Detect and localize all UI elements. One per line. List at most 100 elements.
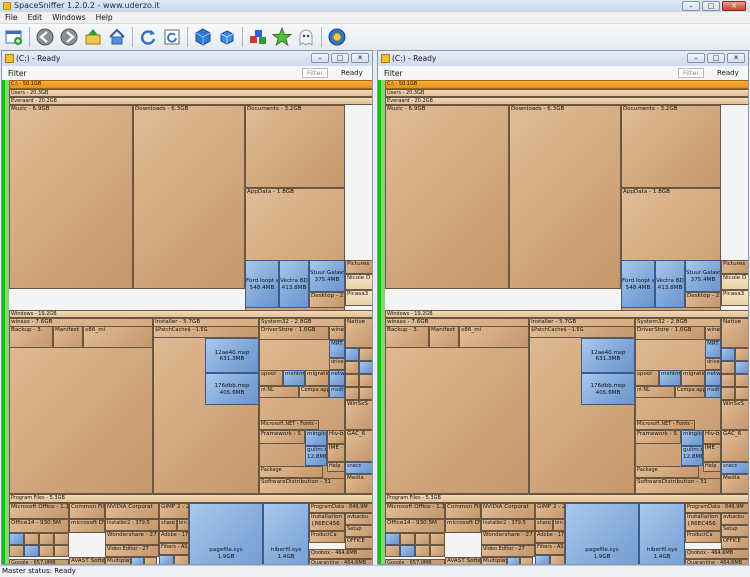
treemap-subitem[interactable] [159,555,174,564]
treemap-block[interactable]: Framework - 5 [635,430,681,444]
treemap-subitem[interactable] [430,545,445,557]
pane-minimize-button[interactable]: – [311,53,329,63]
treemap-block[interactable]: Desktop - 230. [685,292,721,308]
treemap-block[interactable]: Office14 - 930.5M [385,519,445,533]
treemap-subitem[interactable] [174,555,189,564]
treemap-block[interactable]: Backup - 3. [385,326,429,348]
treemap-block[interactable]: Compa app [299,386,329,398]
treemap-block[interactable]: Program Files - 5.3GB [9,494,372,503]
zoom-in-cube-icon[interactable] [193,27,213,47]
filter-input[interactable]: Filter [678,68,704,78]
treemap-block[interactable]: Qoobox - 464.6MB [309,549,372,559]
treemap-subitem[interactable] [345,361,359,374]
treemap-block[interactable]: x86_mi [83,326,153,348]
treemap-block[interactable]: Documents - 3.2GB [621,105,721,188]
pane-close-button[interactable]: ✕ [351,53,369,63]
treemap-block[interactable]: gulim.ttc 12.8MB [681,446,703,466]
treemap-block[interactable]: mingliu [681,430,703,446]
treemap-block[interactable]: hiberfil.sys 1.4GB [263,503,309,564]
treemap-subitem[interactable] [735,361,748,374]
treemap-block[interactable]: Help [327,462,345,472]
treemap-subitem[interactable] [735,387,748,400]
treemap-subitem[interactable] [54,545,69,557]
treemap-block[interactable]: AVAST Softw [445,557,481,564]
treemap-block[interactable]: Vectra BD 413.8MB [655,260,685,308]
settings-gear-icon[interactable] [327,27,347,47]
treemap-block[interactable]: MRT.ex [705,340,721,358]
treemap-block[interactable]: Nicole D [345,274,372,290]
treemap-subitem[interactable] [400,545,415,557]
treemap-block[interactable]: microsoft DVD [69,519,105,533]
treemap-block[interactable]: Program Files - 5.3GB [385,494,748,503]
treemap-block[interactable]: Windows - 19.2GB [385,310,748,318]
ghost-icon[interactable] [296,27,316,47]
treemap-block[interactable]: mingliu [305,430,327,446]
treemap-block[interactable]: Downloads - 6.3GB [133,105,245,289]
treemap-block[interactable]: Microsoft.NET - Fonts - 3 [635,420,695,430]
menu-file[interactable]: File [0,12,23,23]
treemap-subitem[interactable] [24,533,39,545]
treemap-block[interactable]: msdt.ex [705,386,721,398]
refresh-icon[interactable] [138,27,158,47]
treemap-subitem[interactable] [520,557,533,564]
treemap-block[interactable]: spool [635,370,659,386]
treemap-block[interactable]: Adobe - 176. [159,531,189,543]
treemap-block[interactable]: Stuur Galaxy_2 375.4MB [309,260,345,292]
treemap-block[interactable]: 176dbb.msp 405.6MB [205,373,259,405]
treemap-subitem[interactable] [735,348,748,361]
treemap-block[interactable]: Filters - AS [159,543,189,555]
treemap-subitem[interactable] [54,533,69,545]
treemap-block[interactable]: SoftwareDistribution - 31 [635,478,721,494]
treemap-subitem[interactable] [144,557,157,564]
treemap-block[interactable]: Package [259,466,323,478]
minimize-button[interactable]: – [682,1,700,11]
treemap-block[interactable]: Installer2 - 379.5 [105,519,159,531]
treemap-subitem[interactable] [39,533,54,545]
treemap-block[interactable]: Documents - 3.2GB [245,105,345,188]
treemap-block[interactable]: drivers [329,358,345,370]
treemap-block[interactable]: msdt.ex [329,386,345,398]
treemap-subitem[interactable] [39,545,54,557]
treemap-block[interactable]: gulim.ttc 12.8MB [305,446,327,466]
up-icon[interactable] [83,27,103,47]
treemap-subitem[interactable] [359,387,372,400]
treemap-subitem[interactable] [9,545,24,557]
treemap-block[interactable]: Music - 6.9GB [9,105,133,289]
treemap-block[interactable]: Media [721,474,748,494]
treemap-block[interactable]: Downloads - 6.3GB [509,105,621,289]
treemap-block[interactable]: DriverStore - 1.0GB [259,326,329,340]
treemap-block[interactable]: Ford loopt wa 548.4MB [621,260,655,308]
treemap-block[interactable]: Microsoft.NET - Fonts - 3 [259,420,319,430]
treemap-block[interactable]: WinSxS [721,400,748,430]
treemap-block[interactable]: GAC_6 [721,430,748,462]
treemap-subitem[interactable] [430,533,445,545]
treemap-block[interactable]: Multiplay [105,557,131,564]
treemap-block[interactable]: Stuur Galaxy_2 375.4MB [685,260,721,292]
treemap-block[interactable]: avbacku [345,513,372,525]
treemap-block[interactable]: Vectra BD 413.8MB [279,260,309,308]
treemap-block[interactable]: spool [259,370,283,386]
treemap-block[interactable]: Compa app [675,386,705,398]
treemap-block[interactable]: Installer2 - 379.5 [481,519,535,531]
treemap-block[interactable]: Microsoft Office - 1.1GB [9,503,69,519]
treemap-block[interactable]: Users - 20.3GB [385,89,748,97]
treemap-subitem[interactable] [415,545,430,557]
treemap-subitem[interactable] [385,533,400,545]
treemap-subitem[interactable] [721,348,735,361]
treemap-block[interactable]: NVIDIA Corporat [481,503,535,519]
treemap-block[interactable]: C:\ - 50.1GB [9,80,372,89]
treemap-subitem[interactable] [24,545,39,557]
treemap-block[interactable]: Manifest [53,326,83,348]
treemap-block[interactable]: DriverStore - 1.0GB [635,326,705,340]
treemap-block[interactable]: 176dbb.msp 405.6MB [581,373,635,405]
treemap-block[interactable]: microsoft DVD [445,519,481,533]
treemap-block[interactable]: OFFICE [721,537,748,549]
treemap-block[interactable]: Desktop - 230. [309,292,345,308]
treemap-block[interactable]: GIMP 2 - 256 [159,503,189,519]
treemap-block[interactable]: Setup [721,525,748,537]
treemap-block[interactable]: pagefile.sys 1.9GB [189,503,263,564]
treemap-block[interactable]: Pictures [721,260,748,274]
treemap-block[interactable]: Pictures [345,260,372,274]
zoom-out-cube-icon[interactable] [217,27,237,47]
treemap-block[interactable]: Filters - AS [535,543,565,555]
